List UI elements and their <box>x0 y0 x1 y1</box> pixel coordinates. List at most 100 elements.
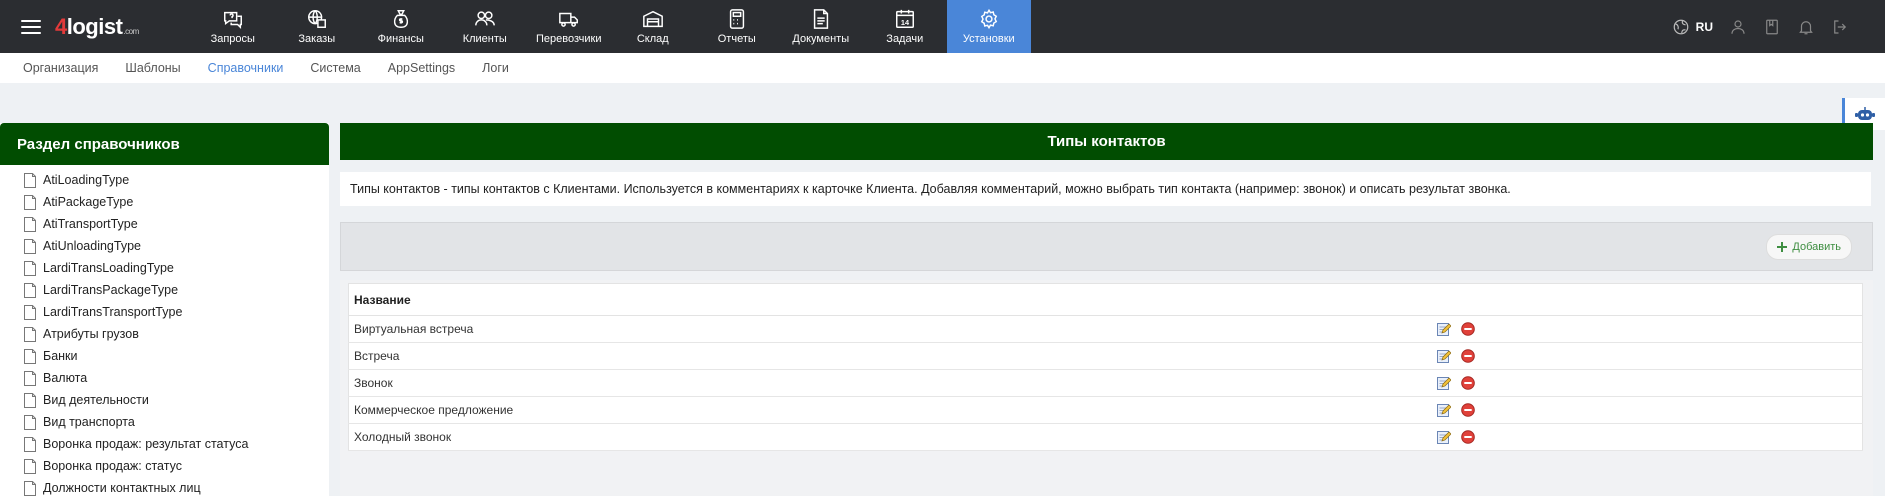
file-icon <box>24 260 36 276</box>
edit-icon[interactable] <box>1437 430 1451 445</box>
list-item[interactable]: Воронка продаж: результат статуса <box>24 433 329 455</box>
logo-number: 4 <box>55 13 67 39</box>
list-item[interactable]: AtiUnloadingType <box>24 235 329 257</box>
svg-text:14: 14 <box>901 18 910 27</box>
plus-icon <box>1777 242 1788 252</box>
subnav-organization[interactable]: Организация <box>23 61 98 75</box>
gear-icon <box>980 8 997 30</box>
delete-icon[interactable] <box>1461 403 1476 418</box>
list-item[interactable]: AtiTransportType <box>24 213 329 235</box>
subnav-templates[interactable]: Шаблоны <box>125 61 180 75</box>
list-item[interactable]: Должности контактных лиц <box>24 477 329 496</box>
page-description: Типы контактов - типы контактов с Клиент… <box>340 172 1871 206</box>
delete-icon[interactable] <box>1461 322 1476 337</box>
list-item[interactable]: Банки <box>24 345 329 367</box>
file-icon <box>24 392 36 408</box>
nav-tasks[interactable]: 14 Задачи <box>863 0 947 53</box>
table-cell-name: Встреча <box>348 342 1432 370</box>
list-item-label: AtiLoadingType <box>43 173 130 187</box>
bell-icon[interactable] <box>1797 18 1815 36</box>
column-header-actions <box>1432 283 1863 316</box>
file-icon <box>24 326 36 342</box>
list-item[interactable]: LardiTransPackageType <box>24 279 329 301</box>
nav-finance[interactable]: Финансы <box>359 0 443 53</box>
nav-settings[interactable]: Установки <box>946 0 1031 53</box>
list-item-label: Вид транспорта <box>43 415 135 429</box>
list-item[interactable]: Вид деятельности <box>24 389 329 411</box>
list-item-label: Вид деятельности <box>43 393 149 407</box>
logout-icon[interactable] <box>1831 18 1849 36</box>
list-item[interactable]: Валюта <box>24 367 329 389</box>
list-item[interactable]: Вид транспорта <box>24 411 329 433</box>
list-item-label: LardiTransPackageType <box>43 283 179 297</box>
file-icon <box>24 436 36 452</box>
list-item[interactable]: Атрибуты грузов <box>24 323 329 345</box>
nav-carriers[interactable]: Перевозчики <box>527 0 611 53</box>
list-item-label: AtiTransportType <box>43 217 138 231</box>
nav-label: Заказы <box>298 33 336 45</box>
list-item-label: Атрибуты грузов <box>43 327 139 341</box>
contact-types-table-area: Название Виртуальная встреча Встреча Зво… <box>340 280 1873 496</box>
table-cell-actions <box>1432 369 1863 397</box>
nav-label: Финансы <box>377 33 424 45</box>
table-row: Холодный звонок <box>348 423 1863 451</box>
file-icon <box>24 458 36 474</box>
subnav-system[interactable]: Система <box>310 61 360 75</box>
table-row: Звонок <box>348 369 1863 397</box>
nav-requests[interactable]: Запросы <box>191 0 275 53</box>
chat-question-icon <box>223 11 242 30</box>
add-button[interactable]: Добавить <box>1766 234 1852 260</box>
table-header-row: Название <box>348 283 1863 316</box>
logo-suffix: .com <box>123 27 139 36</box>
subnav-appsettings[interactable]: AppSettings <box>388 61 455 75</box>
nav-orders[interactable]: Заказы <box>275 0 359 53</box>
delete-icon[interactable] <box>1461 376 1476 391</box>
list-item[interactable]: LardiTransLoadingType <box>24 257 329 279</box>
edit-icon[interactable] <box>1437 349 1451 364</box>
file-icon <box>24 238 36 254</box>
list-item-label: LardiTransTransportType <box>43 305 183 319</box>
nav-documents[interactable]: Документы <box>779 0 863 53</box>
list-item[interactable]: LardiTransTransportType <box>24 301 329 323</box>
nav-label: Запросы <box>210 33 255 45</box>
nav-warehouse[interactable]: Склад <box>611 0 695 53</box>
subnav-logs[interactable]: Логи <box>482 61 509 75</box>
header-actions: RU <box>1672 0 1885 53</box>
bookmark-book-icon[interactable] <box>1763 18 1781 36</box>
menu-icon[interactable] <box>21 0 41 53</box>
sidebar-title: Раздел справочников <box>0 123 329 165</box>
language-switcher[interactable]: RU <box>1672 18 1713 36</box>
logo-text: logist <box>66 13 123 39</box>
user-icon[interactable] <box>1729 18 1747 36</box>
edit-icon[interactable] <box>1437 403 1451 418</box>
dictionaries-sidebar: Раздел справочников AtiLoadingType AtiPa… <box>0 123 329 496</box>
nav-label: Перевозчики <box>536 33 602 45</box>
list-item-label: Валюта <box>43 371 88 385</box>
nav-label: Склад <box>636 33 669 45</box>
list-item[interactable]: AtiLoadingType <box>24 169 329 191</box>
file-icon <box>24 480 36 496</box>
file-icon <box>24 282 36 298</box>
list-item-label: AtiUnloadingType <box>43 239 141 253</box>
document-icon <box>813 9 828 29</box>
subnav-dictionaries[interactable]: Справочники <box>208 61 284 75</box>
users-icon <box>474 11 495 26</box>
list-item[interactable]: AtiPackageType <box>24 191 329 213</box>
edit-icon[interactable] <box>1437 376 1451 391</box>
money-bag-icon <box>393 10 408 28</box>
edit-icon[interactable] <box>1437 322 1451 337</box>
add-button-label: Добавить <box>1792 241 1841 253</box>
table-cell-actions <box>1432 342 1863 370</box>
nav-reports[interactable]: Отчеты <box>695 0 779 53</box>
nav-clients[interactable]: Клиенты <box>443 0 527 53</box>
list-item[interactable]: Воронка продаж: статус <box>24 455 329 477</box>
table-cell-name: Коммерческое предложение <box>348 396 1432 424</box>
settings-subnav: Организация Шаблоны Справочники Система … <box>0 53 1885 83</box>
delete-icon[interactable] <box>1461 349 1476 364</box>
truck-icon <box>558 12 578 27</box>
list-item-label: LardiTransLoadingType <box>43 261 174 275</box>
language-code: RU <box>1695 19 1713 34</box>
delete-icon[interactable] <box>1461 430 1476 445</box>
file-icon <box>24 348 36 364</box>
logo[interactable]: 4 logist .com <box>55 0 139 53</box>
